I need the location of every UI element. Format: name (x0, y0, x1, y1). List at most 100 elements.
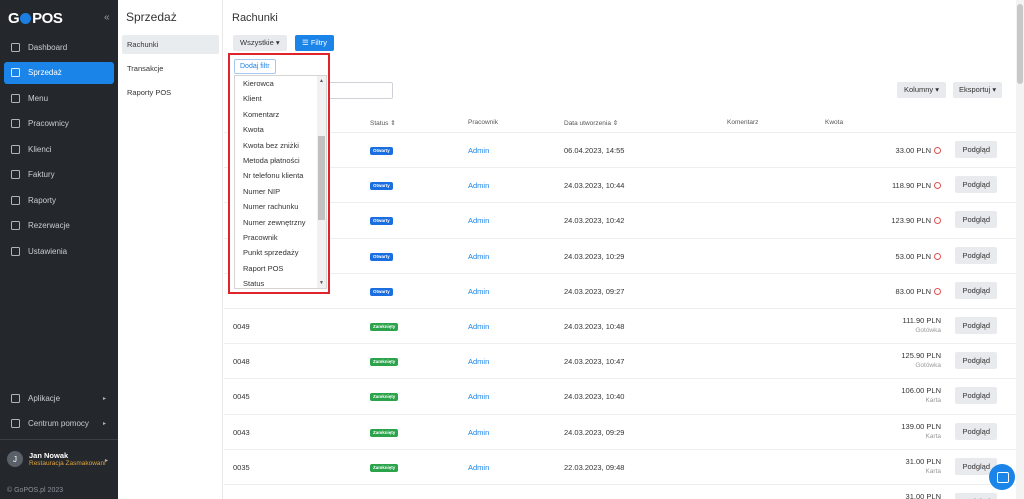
status-badge: Otwarty (370, 252, 393, 261)
sidebar-item-ustawienia[interactable]: Ustawienia (4, 240, 114, 262)
add-filter-button[interactable]: Dodaj filtr (234, 59, 276, 74)
scroll-up-icon[interactable]: ▲ (319, 78, 324, 84)
page-title: Rachunki (232, 12, 278, 24)
avatar: J (7, 451, 23, 467)
filter-list-scroll-thumb[interactable] (318, 136, 325, 220)
view-button[interactable]: Podgląd (955, 493, 997, 499)
view-button[interactable]: Podgląd (955, 141, 997, 158)
header-status[interactable]: Status ⇕ (370, 119, 396, 127)
employee-link[interactable]: Admin (468, 428, 489, 437)
chat-icon[interactable] (989, 464, 1015, 490)
amount: 111.90 PLN Gotówka (902, 316, 942, 334)
sidebar-item-raporty[interactable]: Raporty (4, 189, 114, 211)
sliders-icon: ☰ (302, 38, 311, 47)
warning-icon (934, 147, 941, 154)
amount: 33.00 PLN (896, 146, 941, 155)
table-row[interactable]: 0048 Zamknięty Admin 24.03.2023, 10:47 125.9… (224, 343, 1016, 378)
submenu-item-rachunki[interactable]: Rachunki (122, 35, 219, 54)
logo-dot-icon (20, 13, 32, 24)
filter-option[interactable]: Komentarz (235, 107, 326, 122)
sidebar-item-dashboard[interactable]: Dashboard (4, 36, 114, 58)
gopos-logo[interactable]: G POS (8, 10, 63, 27)
bill-number: 0049 (233, 322, 250, 331)
employee-link[interactable]: Admin (468, 463, 489, 472)
payment-method: Gotówka (915, 362, 941, 370)
sidebar-item-label: Raporty (28, 195, 57, 205)
employee-link[interactable]: Admin (468, 322, 489, 331)
sidebar-item-label: Centrum pomocy (28, 419, 89, 428)
employee-link[interactable]: Admin (468, 146, 489, 155)
page-scrollbar[interactable] (1016, 0, 1024, 499)
employee-link[interactable]: Admin (468, 252, 489, 261)
table-row[interactable]: 0034ZamkniętyAdmin22.03.2023, 09:4431.00… (224, 484, 1016, 499)
view-button[interactable]: Podgląd (955, 281, 997, 299)
sidebar-item-faktury[interactable]: Faktury (4, 164, 114, 186)
table-row[interactable]: Otwarty Admin 06.04.2023, 14:55 33.00 PLN Po… (224, 132, 1016, 167)
sidebar-item-aplikacje[interactable]: Aplikacje ▸ (4, 387, 114, 409)
view-button[interactable]: Podgląd (955, 317, 997, 334)
filter-option[interactable]: Pracownik (235, 230, 326, 245)
table-row[interactable]: 0043 Zamknięty Admin 24.03.2023, 09:29 139.0… (224, 413, 1016, 449)
view-button[interactable]: Podgląd (955, 211, 997, 229)
filter-option[interactable]: Kwota (235, 122, 326, 137)
employee-link[interactable]: Admin (468, 357, 489, 366)
employee-link[interactable]: Admin (468, 181, 489, 190)
reports-icon (11, 195, 20, 205)
filter-option[interactable]: Nr telefonu klienta (235, 168, 326, 183)
submenu-item-transakcje[interactable]: Transakcje (122, 59, 219, 78)
filter-option[interactable]: Numer NIP (235, 184, 326, 199)
table-row[interactable]: 0049 Zamknięty Admin 24.03.2023, 10:48 111.9… (224, 308, 1016, 343)
view-button[interactable]: Podgląd (955, 422, 997, 440)
table-row[interactable]: 0045 Zamknięty Admin 24.03.2023, 10:40 106.0… (224, 378, 1016, 413)
employee-link[interactable]: Admin (468, 392, 489, 401)
employee-link[interactable]: Admin (468, 216, 489, 225)
view-button[interactable]: Podgląd (955, 352, 997, 370)
view-button[interactable]: Podgląd (955, 387, 997, 405)
user-menu-arrow-icon[interactable]: ▸ (105, 457, 108, 464)
collapse-sidebar-icon[interactable]: « (104, 12, 110, 23)
user-organization: Restauracja Zasmakowani (29, 460, 106, 467)
filters-button[interactable]: ☰ Filtry (295, 35, 335, 51)
sidebar-item-centrum-pomocy[interactable]: Centrum pomocy ▸ (4, 413, 114, 435)
sidebar-item-sprzedaz[interactable]: Sprzedaż (4, 61, 114, 84)
table-row[interactable]: Otwarty Admin 24.03.2023, 10:29 53.00 PLN Po… (224, 237, 1016, 273)
filter-option[interactable]: Raport POS (235, 261, 326, 276)
payment-method: Karta (925, 432, 941, 440)
sidebar-item-rezerwacje[interactable]: Rezerwacje (4, 215, 114, 237)
view-button[interactable]: Podgląd (955, 246, 997, 264)
help-icon (11, 419, 20, 428)
filter-option[interactable]: Klient (235, 91, 326, 106)
view-button[interactable]: Podgląd (955, 176, 997, 194)
user-profile[interactable]: J Jan Nowak Restauracja Zasmakowani (7, 451, 106, 467)
columns-dropdown[interactable]: Kolumny ▾ (897, 82, 947, 98)
filter-list-scrollbar[interactable]: ▲ ▼ (317, 76, 326, 288)
amount: 31.00 PLNKarta (905, 492, 941, 499)
sidebar-item-pracownicy[interactable]: Pracownicy (4, 113, 114, 135)
export-dropdown[interactable]: Eksportuj ▾ (953, 82, 1003, 98)
scrollbar-thumb[interactable] (1017, 4, 1023, 84)
filter-option[interactable]: Metoda płatności (235, 153, 326, 168)
submenu-item-raporty-pos[interactable]: Raporty POS (122, 83, 219, 102)
scroll-down-icon[interactable]: ▼ (319, 280, 324, 286)
sidebar-item-menu[interactable]: Menu (4, 87, 114, 109)
filter-option[interactable]: Kierowca (235, 76, 326, 91)
amount: 83.00 PLN (896, 287, 941, 296)
table-row[interactable]: 0035 Zamknięty Admin 22.03.2023, 09:48 31.00… (224, 448, 1016, 484)
filter-option[interactable]: Status (235, 276, 326, 288)
filter-option[interactable]: Numer rachunku (235, 199, 326, 214)
sidebar-item-klienci[interactable]: Klienci (4, 138, 114, 160)
header-created[interactable]: Data utworzenia ⇕ (564, 119, 618, 127)
sidebar-bottom-nav: Aplikacje ▸ Centrum pomocy ▸ (0, 387, 118, 438)
all-bills-dropdown[interactable]: Wszystkie ▾ (233, 35, 287, 51)
table-row[interactable]: Otwarty Admin 24.03.2023, 09:27 83.00 PLN Po… (224, 272, 1016, 308)
status-badge: Zamknięty (370, 428, 399, 437)
filter-option[interactable]: Punkt sprzedaży (235, 245, 326, 260)
payment-method: Karta (925, 467, 941, 475)
settings-icon (11, 246, 20, 256)
filter-option[interactable]: Kwota bez zniżki (235, 138, 326, 153)
table-row[interactable]: Otwarty Admin 24.03.2023, 10:44 118.90 PLN P… (224, 167, 1016, 202)
filter-option[interactable]: Numer zewnętrzny (235, 215, 326, 230)
employee-link[interactable]: Admin (468, 287, 489, 296)
user-name: Jan Nowak (29, 451, 69, 460)
table-row[interactable]: Otwarty Admin 24.03.2023, 10:42 123.90 PLN P… (224, 202, 1016, 237)
